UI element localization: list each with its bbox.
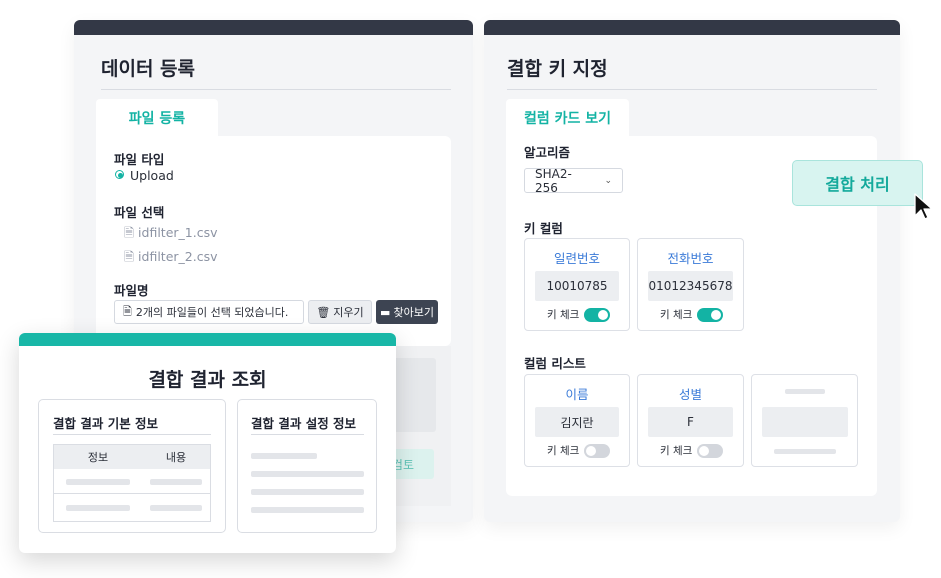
file-icon: 🗎 [124,225,135,240]
folder-icon: ▬ [380,305,391,319]
column-sample-value: F [648,407,733,437]
column-name: 이름 [565,387,589,402]
join-key-panel: 결합 키 지정 컬럼 카드 보기 알고리즘 SHA2-256 ⌄ 키 컬럼 일련… [484,20,900,522]
key-check: 키 체크 [660,307,724,322]
key-check-label: 키 체크 [547,309,580,321]
chevron-down-icon: ⌄ [604,175,612,186]
skeleton-line [66,505,130,511]
table-header-row: 정보 내용 [54,445,210,469]
key-check: 키 체크 [547,307,611,322]
upload-radio[interactable] [115,170,124,179]
join-result-modal: 결합 결과 조회 결합 결과 기본 정보 정보 내용 결합 결과 설정 정보 [19,333,396,553]
key-check: 키 체크 [547,443,611,458]
table-row [54,494,210,521]
skeleton-line [251,489,364,495]
file-name: idfilter_2.csv [138,249,218,264]
cursor-icon [914,193,933,220]
key-column-label: 키 컬럼 [524,221,563,236]
section-title: 결합 결과 설정 정보 [251,416,357,431]
trash-icon: 🗑 [316,305,331,319]
column-name: 성별 [678,387,702,402]
file-item[interactable]: 🗎 idfilter_2.csv [124,248,218,269]
table-header-content: 내용 [165,451,187,464]
join-process-button-label: 결합 처리 [825,175,890,194]
panel-header-bar [74,20,473,35]
clear-button-label: 지우기 [333,306,364,319]
key-check-label: 키 체크 [660,309,693,321]
skeleton-line [774,449,836,454]
key-check-toggle[interactable] [584,443,611,458]
filename-value: 2개의 파일들이 선택 되었습니다. [135,306,289,319]
modal-header-bar [19,333,396,346]
filename-label: 파일명 [114,283,149,298]
section-divider [53,434,211,435]
table-row [54,469,210,494]
skeleton-line [251,507,364,513]
file-registration-card: 파일 타입 Upload 파일 선택 🗎 idfilter_1.csv 🗎 id… [96,136,451,346]
section-title: 결합 결과 기본 정보 [53,416,159,431]
file-name: idfilter_1.csv [138,225,218,240]
file-type-label: 파일 타입 [114,152,165,167]
column-name: 전화번호 [667,251,714,266]
column-list-label: 컬럼 리스트 [524,356,586,371]
panel-header-bar [484,20,900,35]
algorithm-value: SHA2-256 [535,166,572,195]
panel-title: 데이터 등록 [101,58,196,80]
skeleton-line [150,479,202,485]
basic-info-section: 결합 결과 기본 정보 정보 내용 [38,399,226,533]
skeleton-line [251,453,317,459]
tab-column-card-view[interactable]: 컬럼 카드 보기 [506,99,629,137]
skeleton-line [785,389,825,394]
key-check-toggle[interactable] [697,443,724,458]
table-header-info: 정보 [87,451,109,464]
column-sample-value: 10010785 [535,271,619,301]
panel-divider [507,89,877,90]
tab-file-registration[interactable]: 파일 등록 [96,99,218,137]
key-check: 키 체크 [660,443,724,458]
key-column-card[interactable]: 일련번호 10010785 키 체크 [524,238,630,331]
join-process-button[interactable]: 결합 처리 [792,160,923,206]
settings-info-section: 결합 결과 설정 정보 [237,399,377,533]
key-check-label: 키 체크 [547,445,580,457]
upload-radio-label[interactable]: Upload [130,168,174,183]
file-icon: 🗎 [123,304,132,318]
placeholder-column-card [751,374,858,467]
panel-title: 결합 키 지정 [507,58,608,80]
modal-title: 결합 결과 조회 [148,369,267,391]
file-select-label: 파일 선택 [114,205,165,220]
column-sample-value: 01012345678 [648,271,733,301]
basic-info-table: 정보 내용 [53,444,211,522]
browse-button[interactable]: ▬ 찾아보기 [376,300,438,324]
browse-button-label: 찾아보기 [393,306,434,319]
column-sample-value: 김지란 [535,407,619,437]
panel-divider [101,89,451,90]
key-check-toggle[interactable] [697,307,724,322]
algorithm-label: 알고리즘 [524,145,571,160]
section-divider [251,434,364,435]
skeleton-line [66,479,130,485]
key-check-label: 키 체크 [660,445,693,457]
skeleton-line [251,471,364,477]
column-name: 일련번호 [553,251,600,266]
clear-button[interactable]: 🗑 지우기 [308,300,372,324]
algorithm-select[interactable]: SHA2-256 ⌄ [524,166,623,195]
file-item[interactable]: 🗎 idfilter_1.csv [124,224,218,245]
filename-field[interactable]: 🗎 2개의 파일들이 선택 되었습니다. [114,300,304,324]
key-check-toggle[interactable] [584,307,611,322]
skeleton-line [150,505,202,511]
skeleton-block [762,407,848,437]
column-card[interactable]: 이름 김지란 키 체크 [524,374,630,467]
column-card[interactable]: 성별 F 키 체크 [637,374,744,467]
key-column-card[interactable]: 전화번호 01012345678 키 체크 [637,238,744,331]
file-icon: 🗎 [124,249,135,264]
